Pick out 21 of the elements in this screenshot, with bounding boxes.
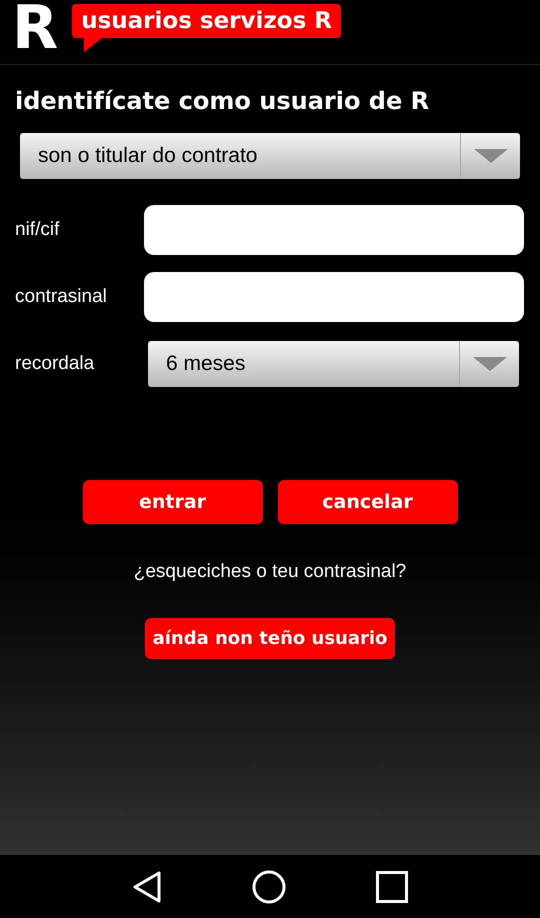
register-button[interactable]: aínda non teño usuario xyxy=(144,618,396,658)
dropdown[interactable]: 6 meses xyxy=(148,341,519,387)
forgot-password-link[interactable]: ¿esqueciches o teu contrasinal? xyxy=(134,558,406,586)
input-field[interactable] xyxy=(144,205,524,255)
dropdown-value: 6 meses xyxy=(165,351,246,378)
field-label: contrasinal xyxy=(14,284,108,309)
field-label: recordala xyxy=(14,352,96,376)
dropdown[interactable]: son o titular do contrato xyxy=(20,133,520,179)
logo: R xyxy=(12,0,58,60)
dropdown-value: son o titular do contrato xyxy=(37,143,258,170)
app-title: usuarios servizos R xyxy=(81,6,332,36)
page-heading: identifícate como usuario de R xyxy=(15,86,430,117)
caret-icon xyxy=(474,149,508,163)
caret-icon xyxy=(472,357,506,371)
cancel-button[interactable]: cancelar xyxy=(278,480,458,524)
password-field[interactable] xyxy=(144,272,524,322)
overview-icon[interactable] xyxy=(376,870,408,902)
back-icon[interactable] xyxy=(132,870,162,902)
field-label: nif/cif xyxy=(14,218,60,242)
login-button[interactable]: entrar xyxy=(82,480,262,524)
home-icon[interactable] xyxy=(252,870,286,904)
